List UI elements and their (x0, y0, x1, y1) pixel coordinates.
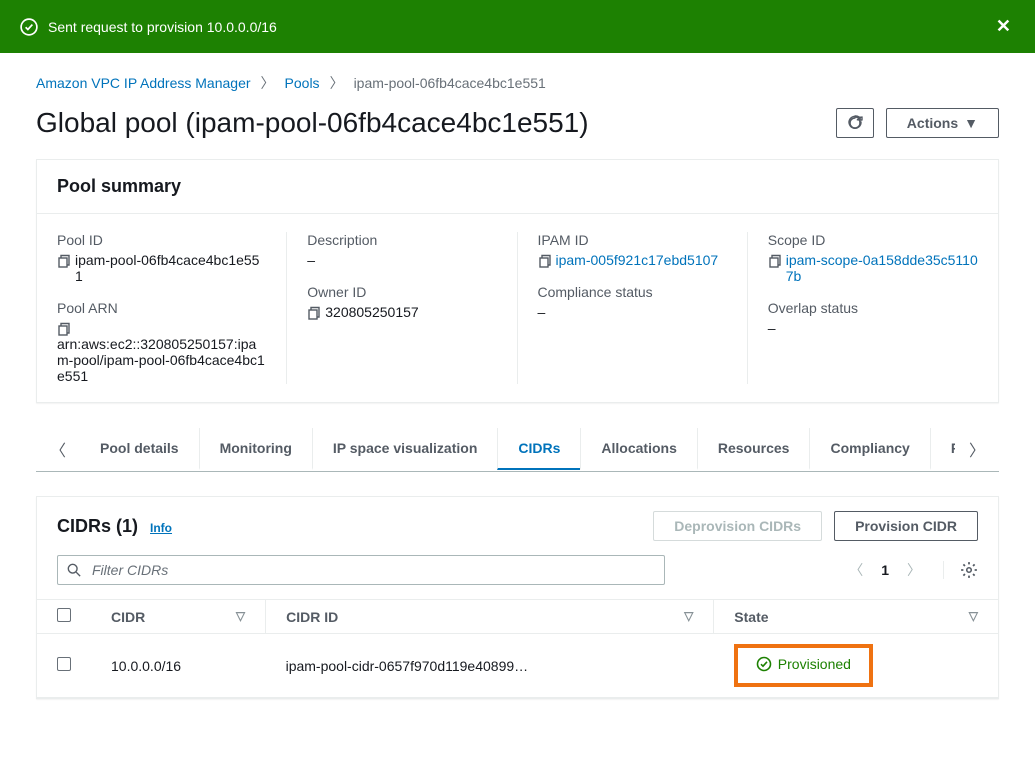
summary-label: Scope ID (768, 232, 978, 248)
cidrs-table: CIDR▽ CIDR ID▽ State▽ 10.0.0.0/16ipam-po… (37, 599, 998, 698)
chevron-right-icon: 〉 (261, 73, 275, 93)
tab-cidrs[interactable]: CIDRs (497, 428, 580, 470)
tabs: 〈 Pool detailsMonitoringIP space visuali… (36, 427, 999, 472)
actions-button[interactable]: Actions ▼ (886, 108, 999, 138)
search-icon (67, 563, 81, 577)
tab-pool-details[interactable]: Pool details (80, 428, 199, 470)
scope-id-link[interactable]: ipam-scope-0a158dde35c51107b (786, 252, 978, 284)
copy-icon[interactable] (307, 306, 321, 320)
success-notification: Sent request to provision 10.0.0.0/16 ✕ (0, 0, 1035, 53)
pagination: 〈 1 〉 (849, 560, 978, 580)
summary-label: Description (307, 232, 496, 248)
pool-summary-panel: Pool summary Pool ID ipam-pool-06fb4cace… (36, 159, 999, 403)
provision-cidr-button[interactable]: Provision CIDR (834, 511, 978, 541)
copy-icon[interactable] (57, 254, 71, 268)
refresh-button[interactable] (836, 108, 874, 138)
cell-cidr: 10.0.0.0/16 (91, 634, 266, 698)
owner-id-value: 320805250157 (325, 304, 418, 320)
cell-state: Provisioned (714, 634, 998, 698)
description-value: – (307, 252, 496, 268)
caret-down-icon: ▼ (964, 115, 978, 131)
breadcrumb-current: ipam-pool-06fb4cace4bc1e551 (354, 75, 546, 91)
settings-icon[interactable] (943, 561, 978, 579)
tab-monitoring[interactable]: Monitoring (199, 428, 312, 470)
sort-icon: ▽ (684, 609, 693, 623)
compliance-value: – (538, 304, 727, 320)
filter-input[interactable] (57, 555, 665, 585)
pool-arn-value: arn:aws:ec2::320805250157:ipam-pool/ipam… (57, 336, 266, 384)
summary-label: Pool ID (57, 232, 266, 248)
tab-ip-space-visualization[interactable]: IP space visualization (312, 428, 497, 470)
page-title: Global pool (ipam-pool-06fb4cace4bc1e551… (36, 107, 589, 139)
copy-icon[interactable] (768, 254, 782, 268)
cell-cidr-id: ipam-pool-cidr-0657f970d119e40899… (266, 634, 714, 698)
page-prev[interactable]: 〈 (849, 560, 863, 580)
close-icon[interactable]: ✕ (992, 12, 1015, 41)
page-next[interactable]: 〉 (907, 560, 921, 580)
breadcrumb: Amazon VPC IP Address Manager 〉 Pools 〉 … (36, 73, 999, 93)
select-all-checkbox[interactable] (57, 608, 71, 622)
summary-label: Overlap status (768, 300, 978, 316)
col-cidr-id[interactable]: CIDR ID▽ (266, 600, 714, 634)
state-text: Provisioned (778, 656, 851, 672)
summary-label: Owner ID (307, 284, 496, 300)
cidrs-panel: CIDRs (1) Info Deprovision CIDRs Provisi… (36, 496, 999, 699)
overlap-value: – (768, 320, 978, 336)
tab-allocations[interactable]: Allocations (580, 428, 696, 470)
summary-label: Compliance status (538, 284, 727, 300)
chevron-right-icon: 〉 (330, 73, 344, 93)
notification-text: Sent request to provision 10.0.0.0/16 (48, 19, 277, 35)
cidrs-title: CIDRs (1) (57, 516, 138, 537)
tab-compliancy[interactable]: Compliancy (809, 428, 929, 470)
info-link[interactable]: Info (150, 521, 172, 535)
sort-icon: ▽ (969, 609, 978, 623)
copy-icon[interactable] (538, 254, 552, 268)
col-cidr[interactable]: CIDR▽ (91, 600, 266, 634)
copy-icon[interactable] (57, 322, 71, 336)
panel-title: Pool summary (37, 160, 998, 214)
row-checkbox[interactable] (57, 657, 71, 671)
breadcrumb-pools[interactable]: Pools (285, 75, 320, 91)
tabs-scroll-left[interactable]: 〈 (36, 427, 80, 471)
summary-label: Pool ARN (57, 300, 266, 316)
tab-resources[interactable]: Resources (697, 428, 810, 470)
sort-icon: ▽ (236, 609, 245, 623)
tab-reso[interactable]: Reso (930, 428, 955, 470)
page-number: 1 (881, 562, 889, 578)
ipam-id-link[interactable]: ipam-005f921c17ebd5107 (556, 252, 719, 268)
summary-label: IPAM ID (538, 232, 727, 248)
check-circle-icon (20, 18, 38, 36)
tabs-scroll-right[interactable]: 〉 (955, 427, 999, 471)
pool-id-value: ipam-pool-06fb4cace4bc1e551 (75, 252, 266, 284)
col-state[interactable]: State▽ (714, 600, 998, 634)
table-row: 10.0.0.0/16ipam-pool-cidr-0657f970d119e4… (37, 634, 998, 698)
deprovision-cidrs-button: Deprovision CIDRs (653, 511, 822, 541)
breadcrumb-root[interactable]: Amazon VPC IP Address Manager (36, 75, 251, 91)
